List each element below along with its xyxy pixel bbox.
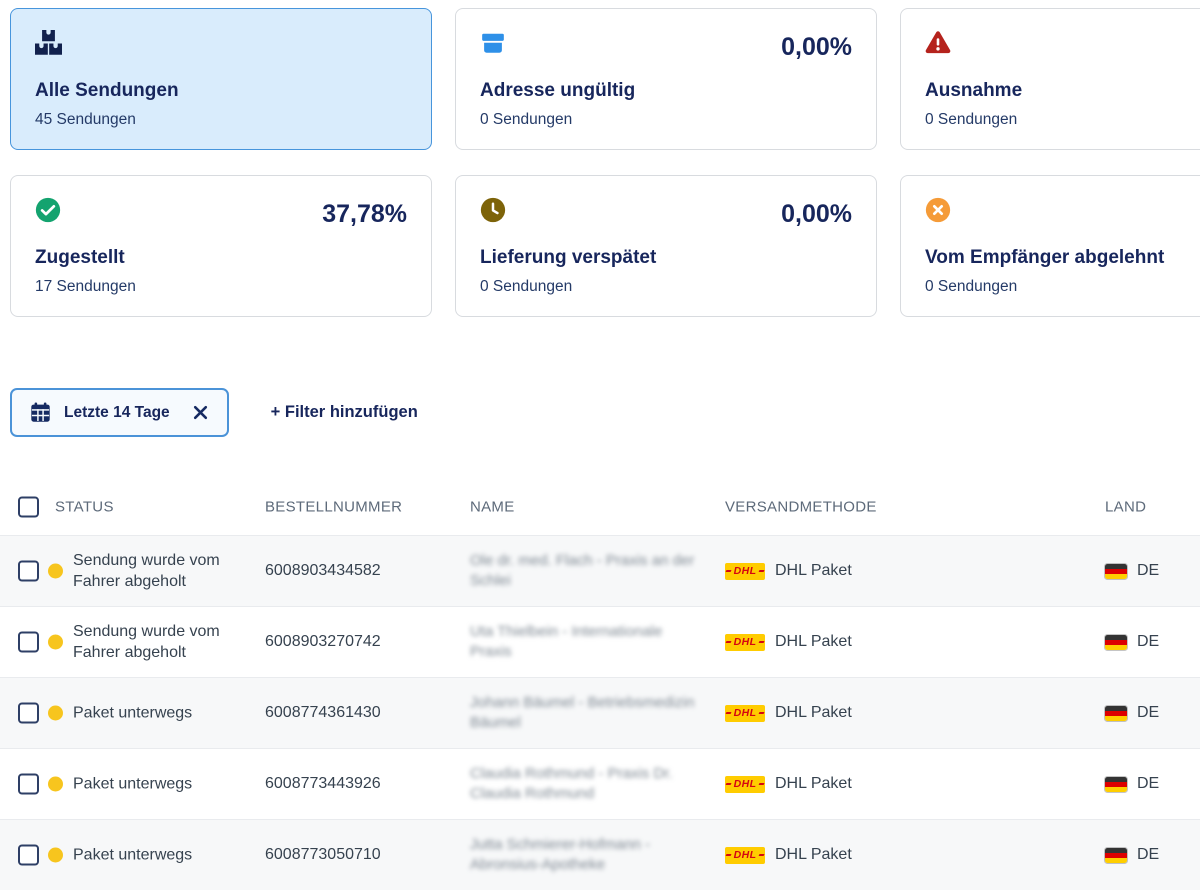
table-row[interactable]: Paket unterwegs 6008773050710 Jutta Schm…	[0, 819, 1200, 890]
dhl-logo-icon: DHL	[725, 705, 765, 722]
row-customer-name: Uta Thielbein - Internationale Praxis	[470, 622, 708, 662]
row-status: Sendung wurde vom Fahrer abgeholt	[73, 621, 251, 663]
dhl-logo-icon: DHL	[725, 776, 765, 793]
column-header-versandmethode: VERSANDMETHODE	[725, 498, 877, 515]
check-circle-icon	[35, 197, 63, 225]
column-header-bestellnummer: BESTELLNUMMER	[265, 498, 402, 515]
row-status: Paket unterwegs	[73, 703, 251, 724]
card-percent: 37,78%	[322, 200, 407, 229]
germany-flag-icon	[1105, 777, 1127, 792]
row-shipping-method: DHL DHL Paket	[725, 846, 852, 864]
box-icon	[480, 30, 508, 58]
row-country: DE	[1105, 846, 1159, 864]
dhl-logo-icon: DHL	[725, 847, 765, 864]
table-row[interactable]: Sendung wurde vom Fahrer abgeholt 600890…	[0, 606, 1200, 677]
select-all-checkbox[interactable]	[18, 496, 39, 517]
row-country: DE	[1105, 704, 1159, 722]
column-header-name: NAME	[470, 498, 515, 515]
row-status: Sendung wurde vom Fahrer abgeholt	[73, 550, 251, 592]
card-count: 17 Sendungen	[35, 278, 136, 296]
clock-icon	[480, 197, 508, 225]
table-header: STATUS BESTELLNUMMER NAME VERSANDMETHODE…	[0, 478, 1200, 535]
row-order-number: 6008773443926	[265, 775, 381, 793]
add-filter-button[interactable]: + Filter hinzufügen	[271, 403, 418, 422]
status-cards: Alle Sendungen 45 Sendungen 0,00% Adress…	[10, 8, 1200, 317]
row-customer-name: Ole dr. med. Flach - Praxis an der Schle…	[470, 551, 708, 591]
status-dot-icon	[48, 777, 63, 792]
card-count: 0 Sendungen	[925, 278, 1017, 296]
row-country: DE	[1105, 562, 1159, 580]
card-vom-empfaenger-abgelehnt[interactable]: Vom Empfänger abgelehnt 0 Sendungen	[900, 175, 1200, 317]
card-title: Adresse ungültig	[480, 80, 635, 102]
row-country: DE	[1105, 633, 1159, 651]
card-count: 0 Sendungen	[480, 111, 572, 129]
table-row[interactable]: Paket unterwegs 6008774361430 Johann Bäu…	[0, 677, 1200, 748]
card-percent: 0,00%	[781, 200, 852, 229]
row-checkbox[interactable]	[18, 774, 39, 795]
row-checkbox[interactable]	[18, 703, 39, 724]
row-customer-name: Jutta Schmierer-Hofmann - Abronsius-Apot…	[470, 835, 708, 875]
germany-flag-icon	[1105, 564, 1127, 579]
row-country: DE	[1105, 775, 1159, 793]
status-dot-icon	[48, 635, 63, 650]
column-header-status: STATUS	[55, 498, 114, 515]
card-percent: 0,00%	[781, 33, 852, 62]
card-title: Vom Empfänger abgelehnt	[925, 247, 1164, 269]
warning-triangle-icon	[925, 30, 953, 58]
table-row[interactable]: Sendung wurde vom Fahrer abgeholt 600890…	[0, 535, 1200, 606]
status-dot-icon	[48, 564, 63, 579]
card-title: Lieferung verspätet	[480, 247, 656, 269]
calendar-icon	[30, 402, 51, 423]
table-row[interactable]: Paket unterwegs 6008773443926 Claudia Ro…	[0, 748, 1200, 819]
column-header-land: LAND	[1105, 498, 1146, 515]
row-checkbox[interactable]	[18, 845, 39, 866]
row-shipping-method: DHL DHL Paket	[725, 775, 852, 793]
row-order-number: 6008774361430	[265, 704, 381, 722]
germany-flag-icon	[1105, 848, 1127, 863]
filter-bar: Letzte 14 Tage + Filter hinzufügen	[10, 388, 418, 437]
card-title: Zugestellt	[35, 247, 125, 269]
row-order-number: 6008903270742	[265, 633, 381, 651]
row-checkbox[interactable]	[18, 561, 39, 582]
card-count: 45 Sendungen	[35, 111, 136, 129]
date-filter-chip[interactable]: Letzte 14 Tage	[10, 388, 229, 437]
row-shipping-method: DHL DHL Paket	[725, 633, 852, 651]
card-count: 0 Sendungen	[925, 111, 1017, 129]
row-order-number: 6008773050710	[265, 846, 381, 864]
status-dot-icon	[48, 848, 63, 863]
card-title: Alle Sendungen	[35, 80, 179, 102]
status-dot-icon	[48, 706, 63, 721]
card-title: Ausnahme	[925, 80, 1022, 102]
card-ausnahme[interactable]: Ausnahme 0 Sendungen	[900, 8, 1200, 150]
row-customer-name: Johann Bäumel - Betriebsmedizin Bäumel	[470, 693, 708, 733]
germany-flag-icon	[1105, 706, 1127, 721]
card-count: 0 Sendungen	[480, 278, 572, 296]
card-adresse-ungueltig[interactable]: 0,00% Adresse ungültig 0 Sendungen	[455, 8, 877, 150]
card-alle-sendungen[interactable]: Alle Sendungen 45 Sendungen	[10, 8, 432, 150]
table-body: Sendung wurde vom Fahrer abgeholt 600890…	[0, 535, 1200, 890]
row-status: Paket unterwegs	[73, 774, 251, 795]
row-shipping-method: DHL DHL Paket	[725, 704, 852, 722]
germany-flag-icon	[1105, 635, 1127, 650]
close-icon[interactable]	[192, 404, 209, 421]
boxes-stacked-icon	[35, 30, 63, 58]
x-circle-icon	[925, 197, 953, 225]
card-lieferung-verspaetet[interactable]: 0,00% Lieferung verspätet 0 Sendungen	[455, 175, 877, 317]
row-order-number: 6008903434582	[265, 562, 381, 580]
row-status: Paket unterwegs	[73, 845, 251, 866]
dhl-logo-icon: DHL	[725, 634, 765, 651]
row-customer-name: Claudia Rothmund - Praxis Dr. Claudia Ro…	[470, 764, 708, 804]
card-zugestellt[interactable]: 37,78% Zugestellt 17 Sendungen	[10, 175, 432, 317]
dhl-logo-icon: DHL	[725, 563, 765, 580]
date-filter-label: Letzte 14 Tage	[64, 404, 170, 422]
row-checkbox[interactable]	[18, 632, 39, 653]
row-shipping-method: DHL DHL Paket	[725, 562, 852, 580]
